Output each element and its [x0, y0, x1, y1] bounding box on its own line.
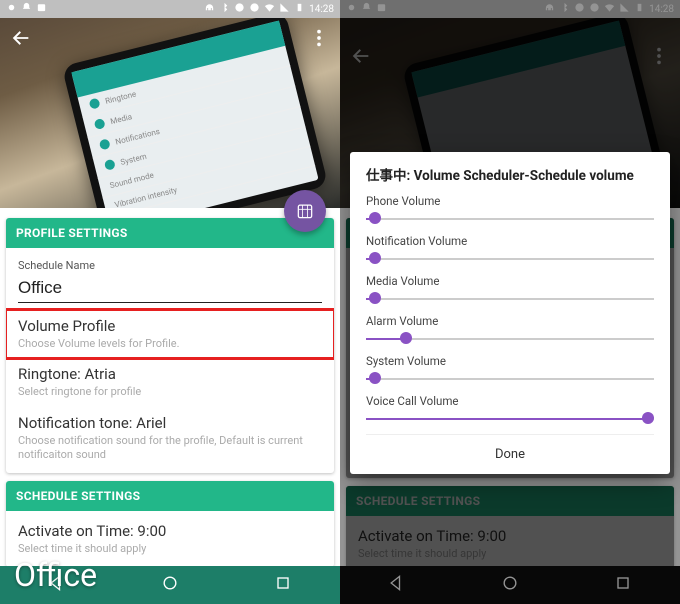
- slider-label: Phone Volume: [366, 194, 654, 208]
- slider-label: System Volume: [366, 354, 654, 368]
- volume-slider[interactable]: [366, 250, 654, 268]
- volume-slider-row: Voice Call Volume: [366, 394, 654, 428]
- signal-icon: [279, 2, 290, 16]
- ringtone-row[interactable]: Ringtone: Atria Select ringtone for prof…: [6, 358, 334, 406]
- volume-slider[interactable]: [366, 210, 654, 228]
- slider-label: Media Volume: [366, 274, 654, 288]
- back-button[interactable]: [10, 27, 32, 53]
- wifi-icon: [264, 2, 275, 16]
- slider-label: Voice Call Volume: [366, 394, 654, 408]
- card-header: SCHEDULE SETTINGS: [6, 481, 334, 511]
- calendar-icon: [36, 2, 47, 16]
- dnd-icon: [234, 2, 245, 16]
- schedule-name-label: Schedule Name: [18, 259, 322, 272]
- volume-slider[interactable]: [366, 330, 654, 348]
- notification-tone-row[interactable]: Notification tone: Ariel Choose notifica…: [6, 407, 334, 470]
- volume-slider-row: Phone Volume: [366, 194, 654, 228]
- app-indicator-icon: [6, 2, 17, 16]
- volume-slider[interactable]: [366, 290, 654, 308]
- row-subtitle: Select ringtone for profile: [18, 385, 322, 399]
- volume-slider-row: System Volume: [366, 354, 654, 388]
- volume-slider-row: Alarm Volume: [366, 314, 654, 348]
- nav-home-button[interactable]: [160, 573, 180, 597]
- row-title: Volume Profile: [18, 317, 322, 335]
- schedule-fab[interactable]: [284, 190, 326, 232]
- calendar-grid-icon: [295, 201, 315, 221]
- bell-icon: [21, 2, 32, 16]
- status-time: 14:28: [309, 4, 334, 15]
- profile-settings-card: PROFILE SETTINGS Schedule Name Volume Pr…: [6, 218, 334, 473]
- row-title: Ringtone: Atria: [18, 365, 322, 383]
- slider-label: Alarm Volume: [366, 314, 654, 328]
- row-title: Activate on Time: 9:00: [18, 522, 322, 540]
- schedule-settings-card: SCHEDULE SETTINGS Activate on Time: 9:00…: [6, 481, 334, 567]
- headphones-icon: [204, 2, 215, 16]
- volume-slider-row: Notification Volume: [366, 234, 654, 268]
- done-button[interactable]: Done: [366, 434, 654, 468]
- content: PROFILE SETTINGS Schedule Name Volume Pr…: [0, 212, 340, 581]
- row-subtitle: Choose Volume levels for Profile.: [18, 337, 322, 351]
- schedule-name-input[interactable]: [18, 276, 322, 303]
- volume-slider[interactable]: [366, 410, 654, 428]
- page-title: Office: [14, 556, 97, 594]
- row-title: Notification tone: Ariel: [18, 414, 322, 432]
- clock-icon: [249, 2, 260, 16]
- phone-left: 14:28 Ringtone Media Notifications Syste…: [0, 0, 340, 604]
- volume-slider[interactable]: [366, 370, 654, 388]
- schedule-name-row[interactable]: Schedule Name: [6, 252, 334, 310]
- card-header: PROFILE SETTINGS: [6, 218, 334, 248]
- volume-dialog: 仕事中: Volume Scheduler-Schedule volume Ph…: [350, 152, 670, 474]
- row-subtitle: Choose notification sound for the profil…: [18, 434, 322, 463]
- volume-profile-row[interactable]: Volume Profile Choose Volume levels for …: [6, 310, 334, 358]
- volume-slider-row: Media Volume: [366, 274, 654, 308]
- slider-label: Notification Volume: [366, 234, 654, 248]
- battery-icon: [294, 2, 305, 16]
- dialog-title: 仕事中: Volume Scheduler-Schedule volume: [366, 164, 654, 184]
- row-subtitle: Select time it should apply: [18, 542, 322, 556]
- nav-recent-button[interactable]: [273, 573, 293, 597]
- bluetooth-icon: [219, 2, 230, 16]
- slider-list: Phone Volume Notification Volume Media Vol…: [366, 194, 654, 428]
- overflow-menu-button[interactable]: [308, 27, 330, 53]
- phone-right: 14:28 PROFILE SETTINGS Schedule Name: [340, 0, 680, 604]
- status-bar: 14:28: [0, 0, 340, 18]
